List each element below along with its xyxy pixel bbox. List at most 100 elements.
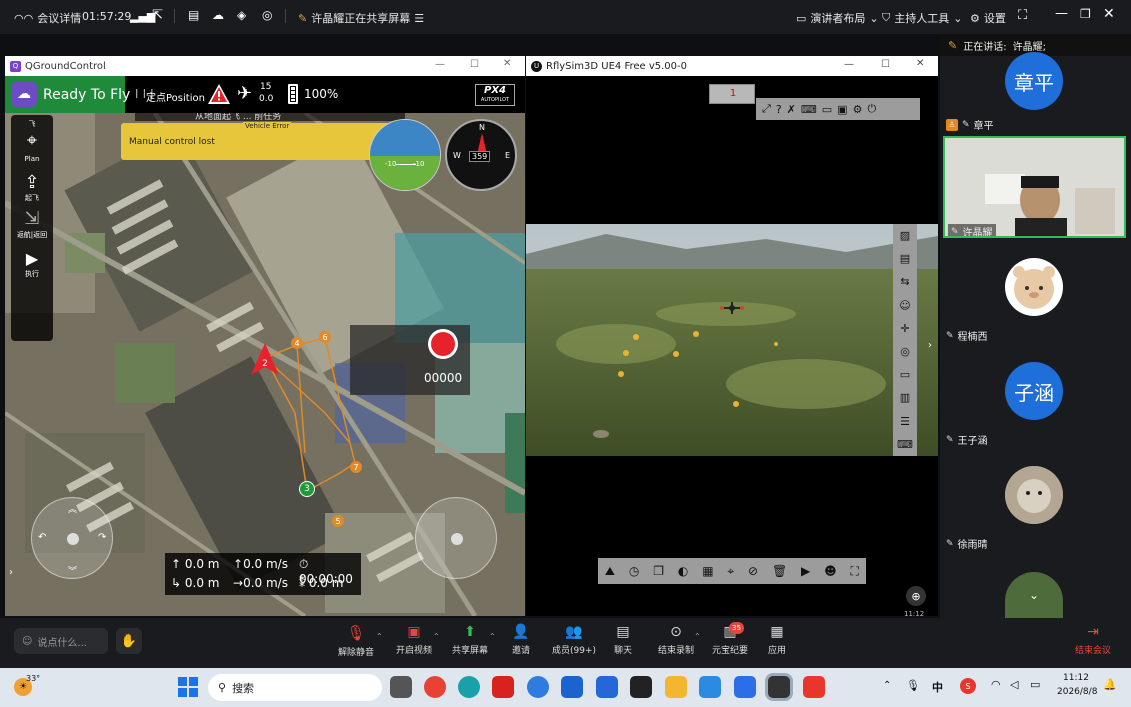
microphone-icon[interactable]: 🎙: [906, 679, 920, 692]
chevron-up-icon[interactable]: ⌃: [489, 632, 496, 641]
simulation-viewport[interactable]: [526, 224, 938, 456]
qgc-menu-icon[interactable]: ☁: [11, 81, 37, 107]
ready-to-fly-status[interactable]: Ready To Fly: [43, 87, 130, 103]
volume-icon[interactable]: ◁: [1010, 678, 1018, 691]
apps-button[interactable]: ▦ 应用: [768, 624, 786, 656]
waypoint-marker[interactable]: 4: [291, 337, 303, 349]
maximize-icon[interactable]: ☐: [470, 59, 479, 70]
fullscreen-icon[interactable]: ⛶: [1018, 8, 1027, 23]
ban-icon[interactable]: ⊘: [748, 564, 758, 578]
edge-icon[interactable]: [458, 676, 480, 698]
video-tile-active[interactable]: ✎ 许晶耀: [943, 136, 1126, 238]
settings-button[interactable]: ⚙ 设置: [970, 10, 1006, 26]
takeoff-icon[interactable]: ⇪: [20, 172, 44, 193]
waypoint-marker[interactable]: 6: [319, 331, 331, 343]
chevron-down-icon[interactable]: ⌄: [1029, 588, 1039, 602]
keyboard-icon[interactable]: ⌨: [801, 103, 817, 116]
vehicle-arrow-icon[interactable]: 2: [249, 341, 281, 377]
chevron-up-icon[interactable]: ⌃: [433, 632, 440, 641]
chevron-up-icon[interactable]: ⌃: [883, 680, 891, 691]
monitor-icon[interactable]: ▥: [900, 391, 910, 404]
popout-icon[interactable]: ⇱: [152, 8, 163, 23]
qq-icon[interactable]: [768, 676, 790, 698]
grid-icon[interactable]: ▦: [702, 564, 713, 578]
vehicle-id-badge[interactable]: 1: [709, 84, 755, 104]
user-icon[interactable]: ☺: [899, 299, 910, 312]
satellite-icon[interactable]: ✈: [237, 83, 252, 104]
help-icon[interactable]: ?: [776, 103, 782, 116]
file-explorer-icon[interactable]: [665, 676, 687, 698]
chat-icon[interactable]: ▭: [900, 368, 910, 381]
save-icon[interactable]: ▣: [837, 103, 847, 116]
maximize-icon[interactable]: ☐: [881, 59, 890, 70]
chat-button[interactable]: ▤ 聊天: [614, 624, 632, 656]
notification-bell-icon[interactable]: 🔔: [1103, 678, 1117, 691]
clock-icon[interactable]: ◷: [629, 564, 639, 578]
share-screen-button[interactable]: ⬆ 共享屏幕: [452, 624, 488, 656]
ime-indicator[interactable]: 中: [932, 679, 943, 695]
close-icon[interactable]: ✕: [1103, 6, 1115, 22]
left-joystick-knob[interactable]: [67, 533, 79, 545]
app-icon[interactable]: [492, 676, 514, 698]
chevron-up-icon[interactable]: ⌃: [376, 632, 383, 641]
raise-hand-icon[interactable]: ✋: [116, 628, 142, 654]
emoji-icon[interactable]: ☺: [22, 636, 32, 647]
doc-icon[interactable]: ▤: [188, 8, 199, 22]
chevron-right-icon[interactable]: ›: [928, 340, 932, 351]
cloud-icon[interactable]: ☁: [212, 8, 224, 22]
zoom-in-icon[interactable]: ⊕: [906, 586, 926, 606]
right-joystick[interactable]: [415, 497, 497, 579]
wifi-icon[interactable]: ◠: [991, 678, 1001, 691]
invite-button[interactable]: 👤 邀请: [512, 624, 530, 656]
chevron-up-icon[interactable]: ⌃: [694, 632, 701, 641]
video-button[interactable]: ▣ 开启视频: [396, 624, 432, 656]
satellite-map[interactable]: 4 6 5 7 3 2 飞 ⌖ Plan ⇪ 起飞 ⇲ 返航|返回 ▶ 执行 从…: [5, 113, 525, 616]
unmute-button[interactable]: 🎙 解除静音: [338, 624, 374, 658]
end-meeting-button[interactable]: ⇥ 结束会议: [1075, 624, 1111, 656]
taskbar-search[interactable]: ⚲ 搜索: [208, 674, 382, 701]
flight-mode[interactable]: 定点Position: [146, 89, 205, 104]
close-icon[interactable]: ✕: [503, 58, 511, 69]
minimize-icon[interactable]: —: [1055, 6, 1068, 21]
chevron-right-icon[interactable]: ›: [9, 567, 13, 578]
camera-icon[interactable]: ▶: [801, 564, 810, 578]
waypoint-marker-current[interactable]: 3: [299, 481, 315, 497]
tencent-meeting-icon[interactable]: [734, 676, 756, 698]
tray-app-icon[interactable]: S: [960, 678, 976, 694]
left-joystick[interactable]: ︽ ︾ ↶ ↷: [31, 497, 113, 579]
link-icon[interactable]: ⇆: [900, 275, 909, 288]
hide-icon[interactable]: ◎: [262, 8, 272, 22]
waypoint-marker[interactable]: 5: [332, 515, 344, 527]
wps-icon[interactable]: [803, 676, 825, 698]
taskview-icon[interactable]: [390, 676, 412, 698]
app-icon[interactable]: [561, 676, 583, 698]
close-icon[interactable]: ✕: [916, 58, 924, 69]
sharing-indicator[interactable]: ✎ 许晶耀正在共享屏幕 ☰: [298, 10, 424, 26]
moon-icon[interactable]: ◐: [678, 564, 688, 578]
plan-icon[interactable]: ⌖: [20, 130, 44, 151]
host-tools-button[interactable]: ⛉ 主持人工具 ⌄: [882, 10, 962, 26]
person-add-icon[interactable]: ☻: [824, 564, 837, 578]
chrome-icon[interactable]: [424, 676, 446, 698]
app-icon[interactable]: [699, 676, 721, 698]
power-icon[interactable]: ⏻: [867, 102, 876, 116]
warning-icon[interactable]: [207, 83, 231, 105]
move-icon[interactable]: ✛: [900, 322, 909, 335]
play-icon[interactable]: ▶: [20, 249, 44, 268]
minimize-icon[interactable]: —: [844, 59, 854, 70]
typora-icon[interactable]: [630, 676, 652, 698]
mute-icon[interactable]: ✗: [787, 103, 796, 116]
windows-start-icon[interactable]: [178, 677, 198, 697]
minimize-icon[interactable]: —: [435, 59, 445, 70]
keyboard-icon[interactable]: ⌨: [897, 438, 913, 451]
record-button[interactable]: ⊙ 结束录制: [658, 624, 694, 656]
trash-icon[interactable]: 🗑: [772, 564, 787, 578]
window-icon[interactable]: ▤: [900, 252, 910, 265]
layers-icon[interactable]: ❐: [653, 564, 664, 578]
target-icon[interactable]: ◎: [900, 345, 910, 358]
layout-button[interactable]: ▭ 演讲者布局 ⌄: [796, 10, 879, 26]
folder-icon[interactable]: ▭: [822, 103, 832, 116]
pin-icon[interactable]: ⌖: [727, 564, 734, 579]
battery-icon[interactable]: [288, 84, 298, 104]
gear-icon[interactable]: ⚙: [853, 103, 863, 116]
